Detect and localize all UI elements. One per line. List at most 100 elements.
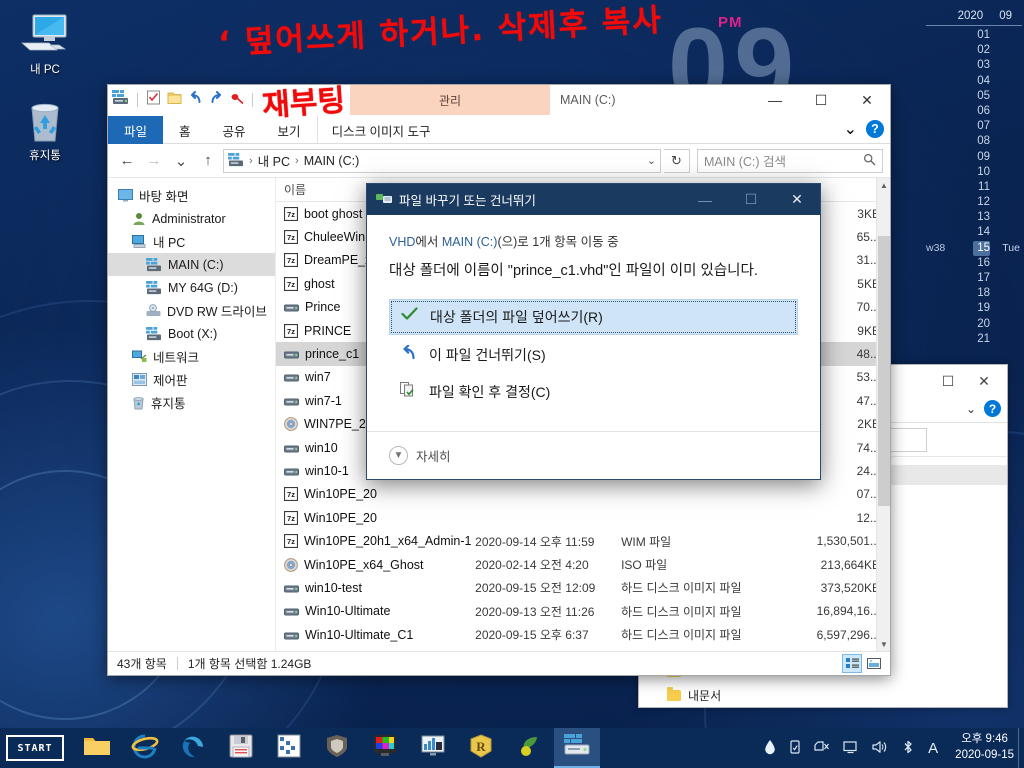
dialog-window-controls[interactable]: — ☐ ✕ xyxy=(682,184,820,215)
ribbon-tab-disk-image-tools[interactable]: 디스크 이미지 도구 xyxy=(316,116,445,144)
up-button[interactable]: ↑ xyxy=(196,149,220,173)
ime-icon[interactable]: A xyxy=(928,740,938,757)
file-conflict-dialog[interactable]: 파일 바꾸기 또는 건너뛰기 — ☐ ✕ VHD에서 MAIN (C:)(으)로… xyxy=(366,183,821,480)
redo-icon[interactable] xyxy=(209,90,224,110)
usb-icon[interactable] xyxy=(789,739,801,758)
bluetooth-icon[interactable] xyxy=(901,739,915,758)
taskbar-item-internet-explorer[interactable] xyxy=(122,728,168,768)
taskbar-item-microsoft-edge[interactable] xyxy=(170,728,216,768)
properties-icon[interactable] xyxy=(146,90,161,110)
large-icons-view-icon[interactable] xyxy=(864,654,884,673)
table-row[interactable]: 7z Win10PE_20 07... xyxy=(276,483,890,506)
sidebar-item-MY-64G--D--[interactable]: MY 64G (D:) xyxy=(108,276,275,299)
maximize-button[interactable]: ☐ xyxy=(798,85,844,115)
sidebar-item-네트워크[interactable]: 네트워크 xyxy=(108,345,275,368)
search-input[interactable]: MAIN (C:) 검색 xyxy=(697,148,883,173)
sidebar-item-MAIN--C--[interactable]: MAIN (C:) xyxy=(108,253,275,276)
eject-icon[interactable] xyxy=(814,740,830,757)
quick-access-toolbar[interactable] xyxy=(112,90,255,110)
background-window-controls[interactable]: ☐ ✕ xyxy=(931,369,1001,393)
sidebar-item-Administrator[interactable]: Administrator xyxy=(108,207,275,230)
system-tray[interactable]: A 오후 9:46 2020-09-15 xyxy=(764,728,1024,768)
taskbar-item-partition-tool[interactable] xyxy=(266,728,312,768)
taskbar-item-r-drive-image[interactable]: R xyxy=(458,728,504,768)
dialog-source-link[interactable]: VHD xyxy=(389,235,415,249)
breadcrumb[interactable]: › 내 PC › MAIN (C:) ⌄ xyxy=(223,148,661,173)
bg-chevron-down-icon[interactable]: ⌄ xyxy=(966,402,976,416)
taskbar-item-save-tool[interactable] xyxy=(218,728,264,768)
ribbon-chevron-down-icon[interactable]: ⌄ xyxy=(844,119,857,139)
scroll-down-arrow-icon[interactable]: ▼ xyxy=(877,637,890,651)
minimize-button[interactable]: — xyxy=(752,85,798,115)
dialog-more-details-label[interactable]: 자세히 xyxy=(416,446,451,465)
new-folder-icon[interactable] xyxy=(167,91,182,110)
taskbar-item-disk-image-tool[interactable] xyxy=(554,728,600,768)
taskbar-clock[interactable]: 오후 9:46 2020-09-15 xyxy=(951,732,1014,763)
volume-icon[interactable] xyxy=(872,740,888,757)
management-contextual-tab[interactable]: 관리 xyxy=(350,85,550,115)
dialog-option-skip[interactable]: 이 파일 건너뛰기(S) xyxy=(389,338,798,372)
back-button[interactable]: ← xyxy=(115,149,139,173)
dialog-minimize-button[interactable]: — xyxy=(682,184,728,215)
breadcrumb-dropdown-icon[interactable]: ⌄ xyxy=(647,154,656,167)
sidebar-item-DVD-RW-드라이브[interactable]: DVD RW 드라이브 xyxy=(108,299,275,322)
sidebar-item-바탕-화면[interactable]: 바탕 화면 xyxy=(108,184,275,207)
sidebar-item-Boot--X--[interactable]: Boot (X:) xyxy=(108,322,275,345)
chevron-down-icon[interactable]: ▼ xyxy=(389,446,408,465)
sidebar-item-제어판[interactable]: 제어판 xyxy=(108,368,275,391)
table-row[interactable]: 7z Win10PE_20h1_x64_Admin-1 2020-09-14 오후 … xyxy=(276,529,890,552)
bg-maximize-button[interactable]: ☐ xyxy=(931,369,965,393)
taskbar-items[interactable]: R xyxy=(74,728,600,768)
explorer-titlebar[interactable]: 관리 MAIN (C:) — ☐ ✕ xyxy=(108,85,890,116)
taskbar-item-monitor-tool[interactable] xyxy=(410,728,456,768)
vertical-scrollbar[interactable]: ▲ ▼ xyxy=(876,178,890,651)
dialog-maximize-button[interactable]: ☐ xyxy=(728,184,774,215)
desktop-icon-my-pc[interactable]: 내 PC xyxy=(8,12,82,77)
start-button[interactable]: START xyxy=(6,735,64,761)
ribbon-tab-파일[interactable]: 파일 xyxy=(108,116,164,144)
table-row[interactable]: Win10PE_x64_Ghost 2020-02-14 오전 4:20 ISO 파… xyxy=(276,553,890,576)
dialog-option-replace[interactable]: 대상 폴더의 파일 덮어쓰기(R) xyxy=(389,298,798,335)
scroll-up-arrow-icon[interactable]: ▲ xyxy=(877,178,890,192)
show-desktop-button[interactable] xyxy=(1018,728,1024,768)
table-row[interactable]: win10-test 2020-09-15 오전 12:09 하드 디스크 이미지 … xyxy=(276,576,890,599)
taskbar-item-file-explorer[interactable] xyxy=(74,728,120,768)
help-icon[interactable]: ? xyxy=(866,120,884,138)
forward-button[interactable]: → xyxy=(142,149,166,173)
breadcrumb-item-my-pc[interactable]: 내 PC xyxy=(258,151,290,170)
dialog-close-button[interactable]: ✕ xyxy=(774,184,820,215)
table-row[interactable]: 7z Win10PE_20 12... xyxy=(276,506,890,529)
desktop-icon-recycle-bin[interactable]: 휴지통 xyxy=(8,98,82,163)
bg-close-button[interactable]: ✕ xyxy=(967,369,1001,393)
sidebar-item-내-PC[interactable]: 내 PC xyxy=(108,230,275,253)
sidebar-item-휴지통[interactable]: 휴지통 xyxy=(108,391,275,414)
undo-icon[interactable] xyxy=(188,90,203,110)
search-icon[interactable] xyxy=(863,153,876,169)
water-drop-icon[interactable] xyxy=(764,739,776,758)
dialog-option-compare[interactable]: 파일 확인 후 결정(C) xyxy=(389,375,798,409)
dialog-destination-link[interactable]: MAIN (C:) xyxy=(442,235,498,249)
table-row[interactable]: Win10-Ultimate 2020-09-13 오전 11:26 하드 디스크 … xyxy=(276,600,890,623)
recent-locations-button[interactable]: ⌄ xyxy=(169,149,193,173)
ribbon-tabs[interactable]: 파일 홈 공유 보기 디스크 이미지 도구 xyxy=(108,116,890,144)
navigation-pane[interactable]: 바탕 화면 Administrator 내 PC MAIN (C:) MY 64G (D… xyxy=(108,178,276,651)
taskbar-item-color-tool[interactable] xyxy=(362,728,408,768)
list-item[interactable]: 내문서 xyxy=(639,683,819,707)
delete-icon[interactable] xyxy=(230,91,244,110)
refresh-button[interactable]: ↻ xyxy=(664,148,690,173)
ribbon-tab-공유[interactable]: 공유 xyxy=(207,116,262,144)
display-icon[interactable] xyxy=(843,740,859,757)
view-buttons[interactable] xyxy=(842,654,884,673)
close-button[interactable]: ✕ xyxy=(844,85,890,115)
details-view-icon[interactable] xyxy=(842,654,862,673)
taskbar[interactable]: START R A 오후 9:46 2020-09-15 xyxy=(0,728,1024,768)
taskbar-item-leaf-tool[interactable] xyxy=(506,728,552,768)
bg-help-icon[interactable]: ? xyxy=(984,400,1001,417)
dialog-titlebar[interactable]: 파일 바꾸기 또는 건너뛰기 — ☐ ✕ xyxy=(367,184,820,215)
explorer-window-controls[interactable]: — ☐ ✕ xyxy=(752,85,890,115)
ribbon-tab-홈[interactable]: 홈 xyxy=(163,116,207,144)
breadcrumb-item-main-c[interactable]: MAIN (C:) xyxy=(304,154,360,168)
table-row[interactable]: Win10-Ultimate_C1 2020-09-15 오후 6:37 하드 디스… xyxy=(276,623,890,646)
scrollbar-thumb[interactable] xyxy=(878,236,890,506)
taskbar-item-security-tool[interactable] xyxy=(314,728,360,768)
